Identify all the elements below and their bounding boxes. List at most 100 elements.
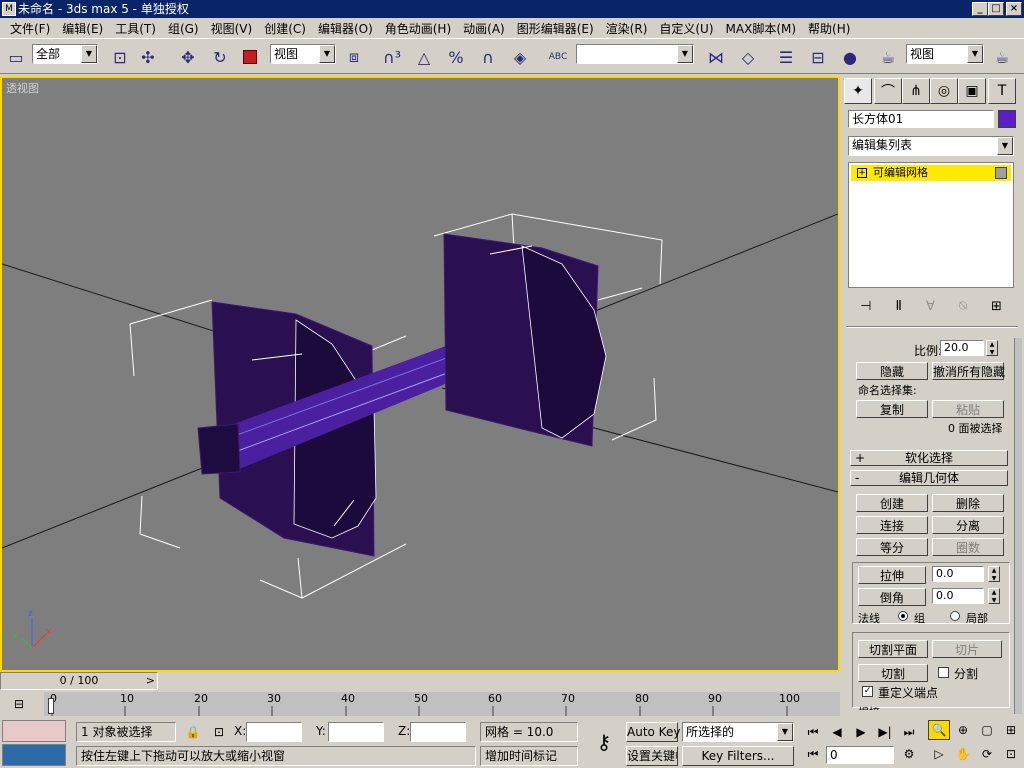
bevel-spinner[interactable]: ▲ ▼ [988, 588, 1000, 604]
normal-local-radio[interactable] [950, 611, 960, 621]
stack-item-toggle-icon[interactable] [995, 167, 1007, 179]
hide-button[interactable]: 隐藏 [856, 362, 928, 380]
angle-snap-icon[interactable]: △ [412, 45, 436, 69]
quick-render-icon[interactable]: ☕ [990, 45, 1014, 69]
attach-button[interactable]: 连接 [856, 516, 928, 534]
paste-button[interactable]: 粘贴 [932, 400, 1004, 418]
track-view-icon[interactable]: ☰ [774, 45, 798, 69]
menu-create[interactable]: 创建(C) [258, 20, 312, 37]
track-bar-icon[interactable]: ⊟ [8, 694, 30, 714]
remove-modifier-icon[interactable]: ⍉ [959, 299, 967, 314]
fov-icon[interactable]: ▷ [928, 744, 950, 764]
time-slider[interactable]: 0 / 100 > [0, 672, 158, 690]
pan-icon[interactable]: ✋ [952, 744, 974, 764]
menu-character[interactable]: 角色动画(H) [379, 20, 457, 37]
extrude-spinner[interactable]: ▲ ▼ [988, 566, 1000, 582]
material-editor-icon[interactable]: ● [838, 45, 862, 69]
menu-customize[interactable]: 自定义(U) [653, 20, 719, 37]
rotate-icon[interactable]: ↻ [208, 45, 232, 69]
slice-button[interactable]: 切片 [932, 640, 1002, 658]
stack-item-editable-mesh[interactable]: + 可编辑网格 [851, 165, 1011, 181]
edit-geometry-rollout[interactable]: - 编辑几何体 [850, 470, 1008, 486]
bevel-button[interactable]: 倒角 [858, 588, 926, 606]
utilities-tab-icon[interactable]: T [988, 78, 1016, 104]
scale-spinner[interactable]: ▲ ▼ [986, 340, 998, 356]
prev-frame-icon[interactable]: ◀ [826, 722, 848, 742]
extrude-amount-input[interactable]: 0.0 [932, 566, 984, 582]
move-icon[interactable]: ✥ [176, 45, 200, 69]
add-time-tag-field[interactable]: 增加时间标记 [480, 746, 578, 766]
snap-3d-icon[interactable]: ∩³ [380, 45, 404, 69]
track-bar[interactable]: 0 10 20 30 40 50 60 70 80 90 100 [44, 692, 840, 716]
soft-selection-rollout[interactable]: + 软化选择 [850, 450, 1008, 466]
go-to-end-icon[interactable]: ⏭ [898, 722, 920, 742]
menu-tools[interactable]: 工具(T) [109, 20, 162, 37]
scale-input[interactable]: 20.0 [940, 340, 984, 356]
schematic-view-icon[interactable]: ⊟ [806, 45, 830, 69]
create-button[interactable]: 创建 [856, 494, 928, 512]
next-frame-icon[interactable]: ▶| [874, 722, 896, 742]
maximize-viewport-icon[interactable]: ⊡ [1000, 744, 1022, 764]
object-color-swatch[interactable] [998, 110, 1016, 128]
menu-help[interactable]: 帮助(H) [802, 20, 856, 37]
menu-rendering[interactable]: 渲染(R) [600, 20, 654, 37]
detach-button[interactable]: 分离 [932, 516, 1004, 534]
copy-button[interactable]: 复制 [856, 400, 928, 418]
turn-button[interactable]: 圈数 [932, 538, 1004, 556]
divide-button[interactable]: 等分 [856, 538, 928, 556]
menu-edit[interactable]: 编辑(E) [56, 20, 109, 37]
time-marker[interactable] [48, 698, 54, 714]
menu-animation[interactable]: 动画(A) [457, 20, 511, 37]
render-view-dropdown[interactable]: 视图 ▼ [906, 44, 984, 64]
unhide-all-button[interactable]: 撤消所有隐藏 [932, 362, 1005, 380]
play-icon[interactable]: ▶ [850, 722, 872, 742]
extrude-button[interactable]: 拉伸 [858, 566, 926, 584]
maxscript-listener-blue[interactable] [2, 744, 66, 766]
modifier-list-dropdown[interactable]: 编辑集列表 ▼ [848, 136, 1014, 156]
key-filters-button[interactable]: Key Filters... [682, 746, 794, 766]
hierarchy-tab-icon[interactable]: ⋔ [902, 78, 930, 104]
delete-button[interactable]: 删除 [932, 494, 1004, 512]
set-key-button[interactable]: 设置关键帧 [626, 746, 678, 766]
menu-graph-editors[interactable]: 图形编辑器(E) [511, 20, 600, 37]
refine-ends-checkbox[interactable]: ✓ [862, 686, 873, 697]
render-scene-icon[interactable]: ☕ [876, 45, 900, 69]
show-end-result-icon[interactable]: Ⅱ [896, 299, 902, 314]
time-slider-next-icon[interactable]: > [146, 673, 155, 689]
scale-icon[interactable] [238, 45, 262, 69]
zoom-extents-icon[interactable]: ▢ [976, 720, 998, 740]
select-region-icon[interactable]: ▭ [4, 45, 28, 69]
x-coord-input[interactable] [246, 722, 302, 742]
edit-named-sel-icon[interactable]: ABC [546, 45, 570, 69]
time-config-icon[interactable]: ⚙ [898, 744, 920, 764]
selection-filter-dropdown[interactable]: 全部 ▼ [32, 44, 98, 64]
named-selection-icon[interactable]: ◈ [508, 45, 532, 69]
split-checkbox[interactable] [938, 667, 949, 678]
percent-snap-icon[interactable]: % [444, 45, 468, 69]
z-coord-input[interactable] [410, 722, 466, 742]
maximize-button[interactable]: □ [988, 2, 1004, 16]
go-to-start-icon[interactable]: ⏮ [802, 722, 824, 742]
maxscript-listener-pink[interactable] [2, 720, 66, 742]
pin-stack-icon[interactable]: ⊣ [860, 299, 871, 314]
set-key-icon[interactable]: ⚷ [588, 728, 620, 756]
align-icon[interactable]: ◇ [736, 45, 760, 69]
auto-key-button[interactable]: Auto Key [626, 722, 680, 742]
arc-rotate-icon[interactable]: ⟳ [976, 744, 998, 764]
menu-file[interactable]: 文件(F) [4, 20, 56, 37]
select-by-name-icon[interactable]: ✣ [136, 45, 160, 69]
panel-scrollbar[interactable] [1014, 338, 1022, 714]
named-selection-dropdown[interactable]: ▼ [576, 44, 694, 64]
menu-views[interactable]: 视图(V) [205, 20, 259, 37]
bevel-amount-input[interactable]: 0.0 [932, 588, 984, 604]
modify-tab-icon[interactable]: ⌒ [874, 78, 902, 104]
create-tab-icon[interactable]: ✦ [844, 78, 872, 104]
motion-tab-icon[interactable]: ◎ [930, 78, 958, 104]
menu-maxscript[interactable]: MAX脚本(M) [720, 20, 803, 37]
menu-group[interactable]: 组(G) [162, 20, 205, 37]
zoom-icon[interactable]: 🔍 [928, 720, 950, 740]
app-icon[interactable]: M [2, 2, 16, 16]
close-button[interactable]: × [1006, 2, 1022, 16]
configure-sets-icon[interactable]: ⊞ [991, 299, 1002, 314]
zoom-all-icon[interactable]: ⊕ [952, 720, 974, 740]
